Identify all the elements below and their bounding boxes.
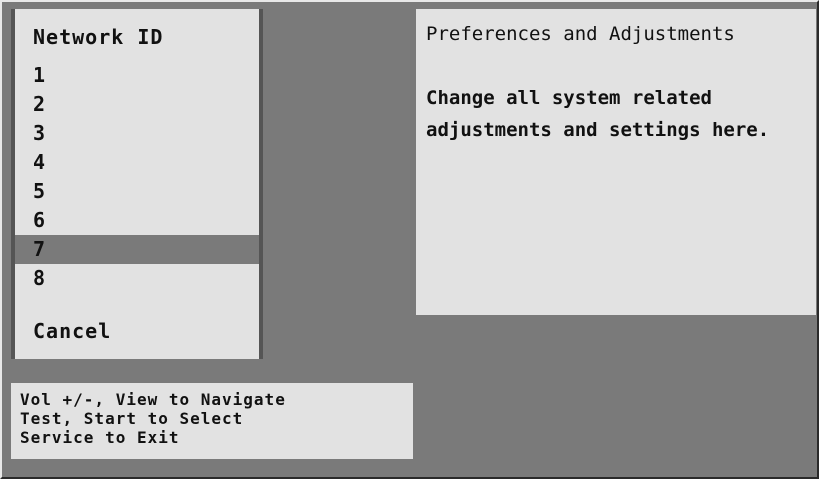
network-id-menu: Network ID 1 2 3 4 5 6 7 8 Cancel — [11, 9, 263, 359]
help-line-navigate: Vol +/-, View to Navigate — [20, 390, 286, 409]
help-line-select: Test, Start to Select — [20, 409, 244, 428]
menu-item-7[interactable]: 7 — [15, 235, 259, 264]
menu-item-5[interactable]: 5 — [15, 177, 259, 206]
menu-item-1[interactable]: 1 — [15, 61, 259, 90]
help-line-exit: Service to Exit — [20, 428, 180, 447]
service-menu-screen: Network ID 1 2 3 4 5 6 7 8 Cancel Prefer… — [0, 0, 819, 479]
info-description: Change all system related adjustments an… — [426, 87, 770, 141]
menu-item-6[interactable]: 6 — [15, 206, 259, 235]
menu-item-2[interactable]: 2 — [15, 90, 259, 119]
cancel-menu-item[interactable]: Cancel — [33, 319, 111, 343]
menu-item-3[interactable]: 3 — [15, 119, 259, 148]
menu-item-8[interactable]: 8 — [15, 264, 259, 293]
menu-list: 1 2 3 4 5 6 7 8 — [15, 61, 259, 293]
controls-help-panel: Vol +/-, View to Navigate Test, Start to… — [11, 383, 413, 459]
menu-item-4[interactable]: 4 — [15, 148, 259, 177]
info-panel: Preferences and Adjustments Change all s… — [416, 9, 816, 315]
info-title: Preferences and Adjustments — [426, 23, 735, 45]
menu-title: Network ID — [33, 25, 164, 49]
